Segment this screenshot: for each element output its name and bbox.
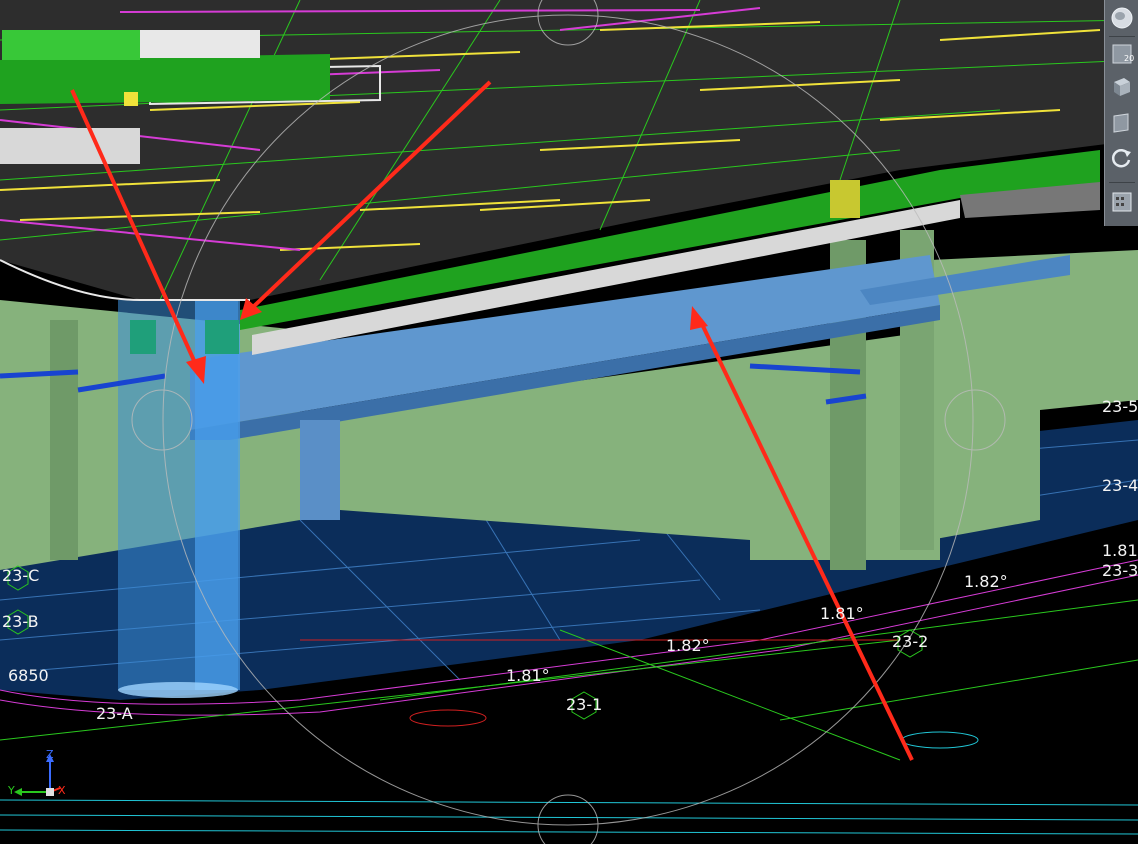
grid-label-23c: 23-C bbox=[2, 566, 40, 585]
ucs-y-label: Y bbox=[8, 784, 15, 797]
steering-wheel-button[interactable] bbox=[1108, 4, 1136, 32]
angle-label: 1.82° bbox=[964, 572, 1008, 591]
orbit-button[interactable] bbox=[1108, 108, 1136, 136]
grid-label-233: 23-3 bbox=[1102, 561, 1138, 580]
angle-label: 1.81 bbox=[1102, 541, 1138, 560]
rotate-icon bbox=[1111, 149, 1131, 168]
column-3 bbox=[50, 320, 78, 560]
ucs-icon: Z Y X bbox=[8, 748, 68, 800]
grid-label-23a: 23-A bbox=[96, 704, 133, 723]
ucs-x-label: X bbox=[58, 784, 66, 797]
grid-label-234: 23-4 bbox=[1102, 476, 1138, 495]
angle-label: 1.82° bbox=[666, 636, 710, 655]
pan-button[interactable]: 20 bbox=[1108, 40, 1136, 68]
ucs-z-label: Z bbox=[46, 748, 54, 761]
grid-label-232: 23-2 bbox=[892, 632, 929, 651]
3d-viewport[interactable] bbox=[0, 0, 1138, 844]
angle-label: 1.81° bbox=[820, 604, 864, 623]
zoom-button[interactable] bbox=[1108, 72, 1136, 100]
box-icon bbox=[1113, 113, 1129, 133]
angle-label: 1.81° bbox=[506, 666, 550, 685]
showmotion-icon bbox=[1112, 192, 1132, 212]
navigation-bar: 20 bbox=[1104, 0, 1138, 226]
blue-column bbox=[300, 420, 340, 520]
nav-badge: 20 bbox=[1124, 54, 1135, 63]
column-cap bbox=[130, 320, 156, 354]
steering-wheel-icon bbox=[1111, 7, 1133, 29]
slab-edge-green-top bbox=[0, 54, 330, 104]
dimension-label: 6850 bbox=[8, 666, 49, 685]
cube-icon bbox=[1114, 78, 1130, 96]
grid-label-23b: 23-B bbox=[2, 612, 39, 631]
grid-label-235: 23-5 bbox=[1102, 397, 1138, 416]
rotate-button[interactable] bbox=[1108, 144, 1136, 172]
grid-label-231: 23-1 bbox=[566, 695, 603, 714]
showmotion-button[interactable] bbox=[1108, 188, 1136, 216]
